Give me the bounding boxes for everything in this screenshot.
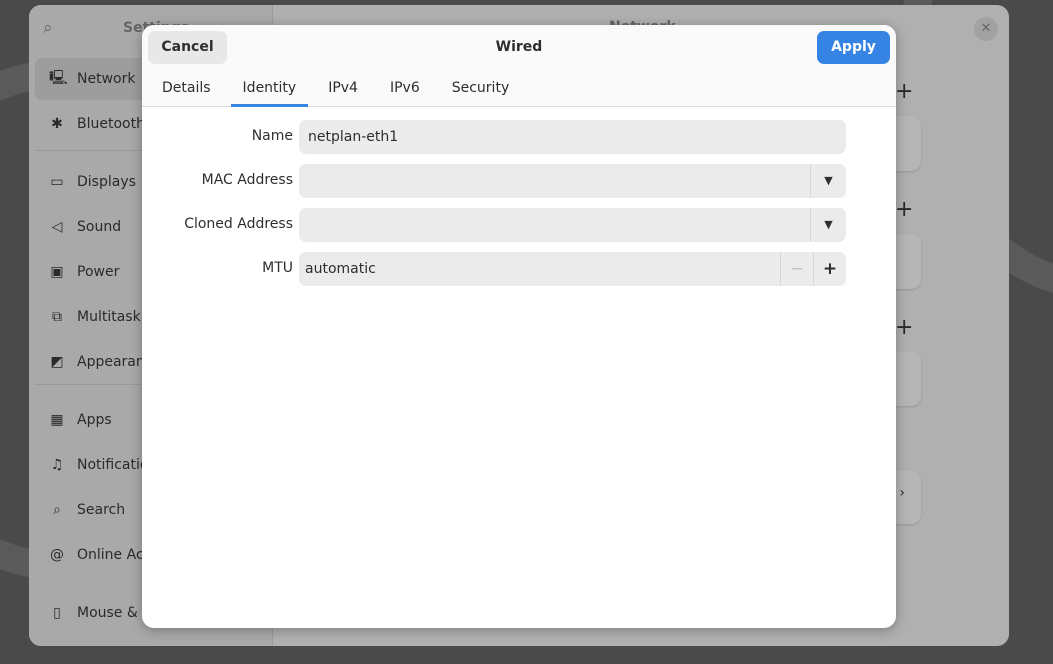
tab-ipv6[interactable]: IPv6: [378, 73, 432, 107]
chevron-down-icon[interactable]: ▼: [810, 164, 846, 198]
tab-ipv4[interactable]: IPv4: [316, 73, 370, 107]
speaker-icon: ◁: [51, 219, 63, 235]
appearance-icon: ◩: [50, 354, 64, 370]
add-icon[interactable]: +: [895, 315, 913, 340]
close-icon: ✕: [980, 21, 992, 36]
chevron-right-icon: ›: [899, 485, 905, 501]
multitasking-icon: ⧉: [52, 309, 62, 325]
sidebar-item-label: Bluetooth: [77, 116, 145, 132]
mtu-value[interactable]: automatic: [305, 261, 376, 277]
search-icon[interactable]: ⌕: [43, 18, 53, 38]
bluetooth-icon: ✱: [51, 116, 63, 132]
dialog-title: Wired: [495, 39, 543, 55]
name-label: Name: [251, 128, 293, 144]
tab-bar: Details Identity IPv4 IPv6 Security: [150, 73, 529, 107]
increment-button[interactable]: +: [813, 252, 846, 286]
display-icon: ▭: [50, 174, 64, 190]
mac-address-combo[interactable]: ▼: [299, 164, 846, 198]
wired-dialog: Wired Cancel Apply Details Identity IPv4 IP…: [142, 25, 896, 628]
close-button[interactable]: ✕: [974, 17, 998, 41]
mtu-spinbutton[interactable]: automatic − +: [299, 252, 846, 286]
apps-icon: ▦: [50, 412, 64, 428]
search-icon: ⌕: [53, 502, 61, 518]
tab-identity[interactable]: Identity: [230, 73, 309, 107]
sidebar-item-label: Apps: [77, 412, 112, 428]
sidebar-item-label: Sound: [77, 219, 122, 235]
chevron-down-icon[interactable]: ▼: [810, 208, 846, 242]
decrement-button[interactable]: −: [780, 252, 813, 286]
apply-button[interactable]: Apply: [817, 31, 890, 64]
cloned-address-combo[interactable]: ▼: [299, 208, 846, 242]
cloned-label: Cloned Address: [184, 216, 293, 232]
network-wired-icon: 🖳: [49, 70, 68, 86]
sidebar-item-label: Power: [77, 264, 120, 280]
sidebar-item-label: Network: [77, 71, 136, 87]
mouse-icon: ▯: [53, 605, 61, 621]
mtu-row: MTU automatic − +: [142, 252, 896, 286]
name-row: Name netplan-eth1: [142, 120, 896, 154]
name-input[interactable]: netplan-eth1: [299, 120, 846, 154]
cloned-row: Cloned Address ▼: [142, 208, 896, 242]
add-icon[interactable]: +: [895, 197, 913, 222]
mtu-label: MTU: [262, 260, 293, 276]
tab-security[interactable]: Security: [440, 73, 522, 107]
cancel-button[interactable]: Cancel: [148, 31, 227, 64]
tab-details[interactable]: Details: [150, 73, 223, 107]
bell-icon: ♫: [50, 457, 64, 473]
sidebar-item-label: Search: [77, 502, 126, 518]
mac-row: MAC Address ▼: [142, 164, 896, 198]
add-icon[interactable]: +: [895, 79, 913, 104]
power-icon: ▣: [50, 264, 64, 280]
at-icon: @: [50, 547, 64, 563]
sidebar-item-label: Displays: [77, 174, 136, 190]
mac-label: MAC Address: [201, 172, 293, 188]
